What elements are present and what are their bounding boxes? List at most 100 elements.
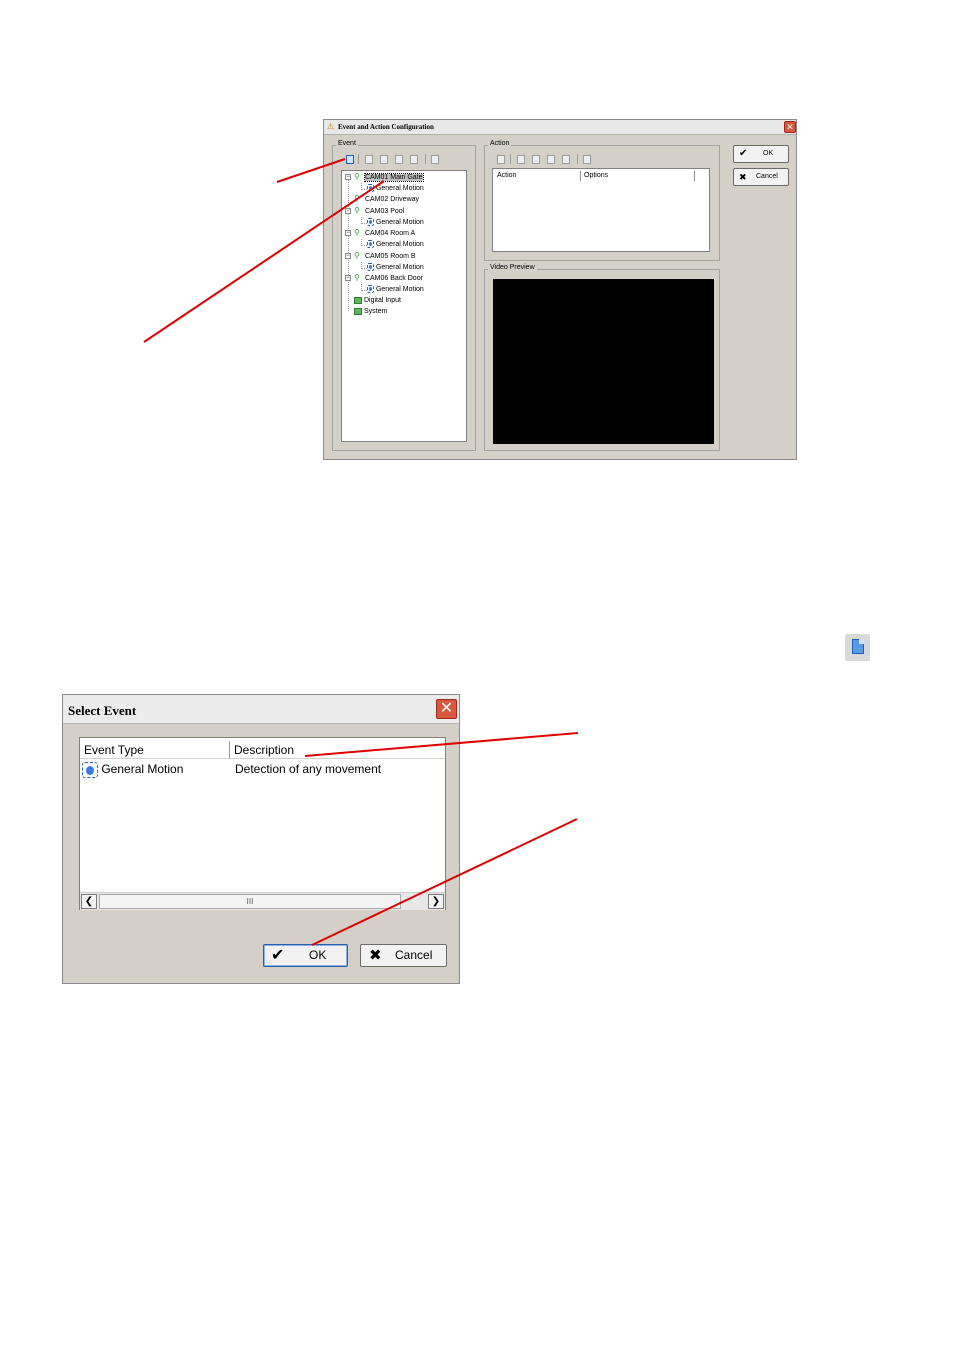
tree-item-label: General Motion — [375, 286, 424, 293]
tree-item-digital-input[interactable]: Digital Input — [354, 295, 401, 306]
toolbar-separator — [510, 154, 511, 164]
move-action-icon[interactable] — [562, 155, 570, 164]
event-action-config-dialog: ⚠ Event and Action Configuration ✕ Event… — [323, 119, 797, 460]
tree-item-label: General Motion — [375, 264, 424, 271]
expander[interactable]: − — [345, 275, 351, 281]
tree-item-general-motion[interactable]: General Motion — [367, 183, 424, 194]
tree-item-label: CAM03 Pool — [364, 208, 405, 215]
tree-item-cam04[interactable]: ⚲ CAM04 Room A — [354, 228, 415, 239]
event-tree[interactable]: − ⚲ CAM01 Main Gate General Motion ⚲ CAM… — [341, 170, 467, 442]
properties-icon[interactable] — [431, 155, 439, 164]
cancel-label: Cancel — [395, 948, 433, 962]
tree-item-cam02[interactable]: ⚲ CAM02 Driveway — [354, 194, 419, 205]
warning-icon: ⚠ — [327, 122, 335, 131]
column-header-description[interactable]: Description — [234, 741, 444, 759]
camera-icon: ⚲ — [354, 251, 360, 261]
dialog-title: Select Event — [68, 703, 137, 718]
action-list[interactable]: Action Options — [492, 168, 710, 252]
tree-item-label: CAM02 Driveway — [364, 196, 420, 203]
tree-item-general-motion[interactable]: General Motion — [367, 239, 424, 250]
tree-item-label: General Motion — [375, 241, 424, 248]
x-icon: ✖ — [369, 947, 382, 964]
cancel-label: Cancel — [756, 173, 778, 180]
ok-label: OK — [309, 948, 327, 962]
motion-icon — [367, 285, 374, 294]
event-group-label: Event — [336, 140, 358, 147]
toolbar-separator — [577, 154, 578, 164]
expander[interactable]: − — [345, 174, 351, 180]
tree-item-label: CAM01 Main Gate — [363, 173, 424, 182]
tree-item-general-motion[interactable]: General Motion — [367, 217, 424, 228]
cancel-button[interactable]: ✖ Cancel — [733, 168, 789, 186]
event-type-list[interactable]: Event Type Description General Motion De… — [79, 737, 446, 910]
column-header-options[interactable]: Options — [581, 171, 695, 181]
new-event-icon[interactable] — [346, 155, 354, 164]
close-button[interactable]: ✕ — [784, 121, 796, 133]
title-bar: ⚠ Event and Action Configuration ✕ — [324, 120, 796, 135]
video-preview-screen — [493, 279, 714, 444]
ok-button[interactable]: ✔ OK — [733, 145, 789, 163]
expander[interactable]: − — [345, 253, 351, 259]
ok-button[interactable]: ✔ OK — [263, 944, 348, 967]
tree-item-label: General Motion — [375, 185, 424, 192]
digital-input-icon — [354, 296, 362, 304]
tree-item-system[interactable]: System — [354, 306, 387, 317]
select-event-dialog: Select Event ✕ Event Type Description Ge… — [62, 694, 460, 984]
new-event-icon — [845, 634, 870, 661]
title-bar: Select Event ✕ — [63, 695, 459, 724]
camera-icon: ⚲ — [354, 273, 360, 283]
tree-item-cam05[interactable]: ⚲ CAM05 Room B — [354, 251, 416, 262]
action-group-label: Action — [488, 140, 512, 147]
toolbar-separator — [358, 154, 359, 164]
tree-item-label: CAM04 Room A — [364, 230, 416, 237]
motion-icon — [82, 761, 98, 778]
copy-event-icon[interactable] — [380, 155, 388, 164]
ok-label: OK — [763, 150, 774, 157]
cancel-button[interactable]: ✖ Cancel — [360, 944, 447, 967]
action-properties-icon[interactable] — [583, 155, 591, 164]
edit-event-icon[interactable] — [365, 155, 373, 164]
motion-icon — [367, 263, 374, 272]
edit-action-icon[interactable] — [517, 155, 525, 164]
camera-icon: ⚲ — [354, 194, 360, 204]
tree-item-label: General Motion — [375, 219, 424, 226]
motion-icon — [367, 184, 374, 193]
close-button[interactable]: ✕ — [436, 699, 457, 719]
list-item[interactable]: General Motion — [82, 759, 183, 779]
close-icon: ✕ — [786, 122, 794, 132]
system-icon — [354, 307, 362, 315]
motion-icon — [367, 240, 374, 249]
copy-action-icon[interactable] — [532, 155, 540, 164]
check-icon: ✔ — [739, 148, 748, 159]
expander[interactable]: − — [345, 230, 351, 236]
tree-item-label: System — [363, 308, 388, 315]
tree-item-cam01[interactable]: ⚲ CAM01 Main Gate — [354, 172, 424, 183]
event-type-cell: General Motion — [101, 762, 184, 776]
delete-event-icon[interactable] — [395, 155, 403, 164]
scroll-thumb[interactable]: III — [99, 894, 401, 909]
add-action-icon[interactable] — [497, 155, 505, 164]
tree-item-label: CAM05 Room B — [364, 253, 416, 260]
tree-item-general-motion[interactable]: General Motion — [367, 262, 424, 273]
horizontal-scrollbar[interactable]: ❮ III ❯ — [80, 892, 445, 910]
camera-icon: ⚲ — [354, 172, 360, 182]
column-header-action[interactable]: Action — [494, 171, 581, 181]
scroll-right-icon[interactable]: ❯ — [428, 894, 444, 909]
expander[interactable]: − — [345, 208, 351, 214]
tree-item-cam06[interactable]: ⚲ CAM06 Back Door — [354, 273, 423, 284]
refresh-event-icon[interactable] — [410, 155, 418, 164]
column-header-event-type[interactable]: Event Type — [84, 741, 230, 759]
tree-item-general-motion[interactable]: General Motion — [367, 284, 424, 295]
tree-item-cam03[interactable]: ⚲ CAM03 Pool — [354, 206, 404, 217]
camera-icon: ⚲ — [354, 206, 360, 216]
delete-action-icon[interactable] — [547, 155, 555, 164]
toolbar-separator — [425, 154, 426, 164]
motion-icon — [367, 218, 374, 227]
check-icon: ✔ — [271, 947, 285, 964]
tree-item-label: Digital Input — [363, 297, 401, 304]
scroll-left-icon[interactable]: ❮ — [81, 894, 97, 909]
dialog-title: Event and Action Configuration — [338, 123, 434, 131]
camera-icon: ⚲ — [354, 228, 360, 238]
tree-item-label: CAM06 Back Door — [364, 275, 423, 282]
description-cell: Detection of any movement — [235, 762, 382, 776]
